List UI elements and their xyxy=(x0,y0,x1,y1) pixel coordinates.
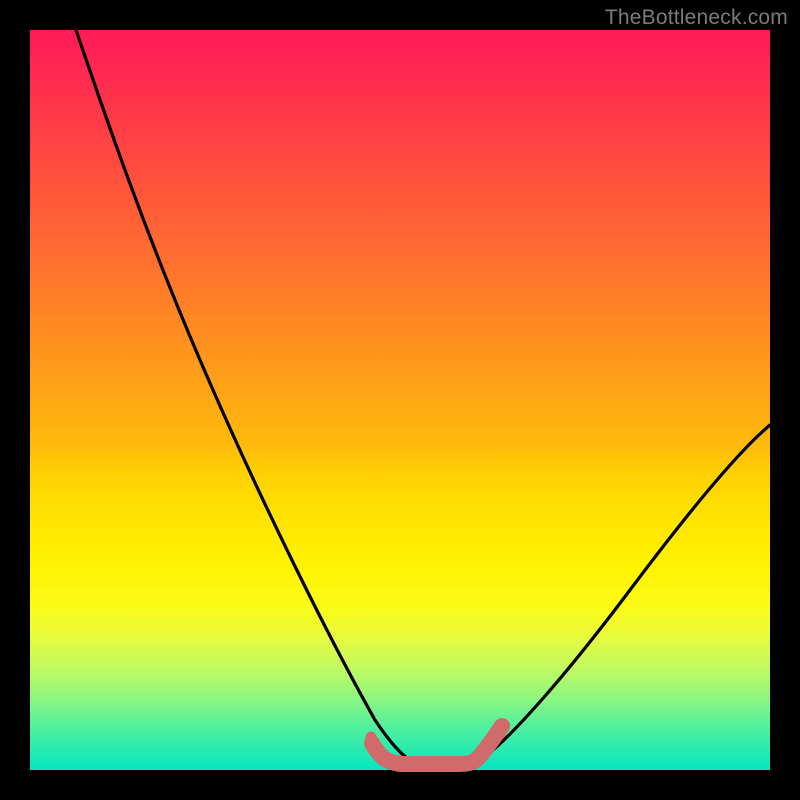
curve-layer xyxy=(30,30,770,770)
chart-frame: TheBottleneck.com xyxy=(0,0,800,800)
watermark-text: TheBottleneck.com xyxy=(605,6,788,30)
right-curve xyxy=(480,425,770,760)
accent-dot xyxy=(375,745,386,756)
left-curve xyxy=(76,30,418,764)
accent-dot xyxy=(366,732,377,743)
accent-dot xyxy=(468,756,478,766)
plot-area xyxy=(30,30,770,770)
accent-right-seg xyxy=(480,726,502,756)
accent-dot xyxy=(385,755,396,766)
